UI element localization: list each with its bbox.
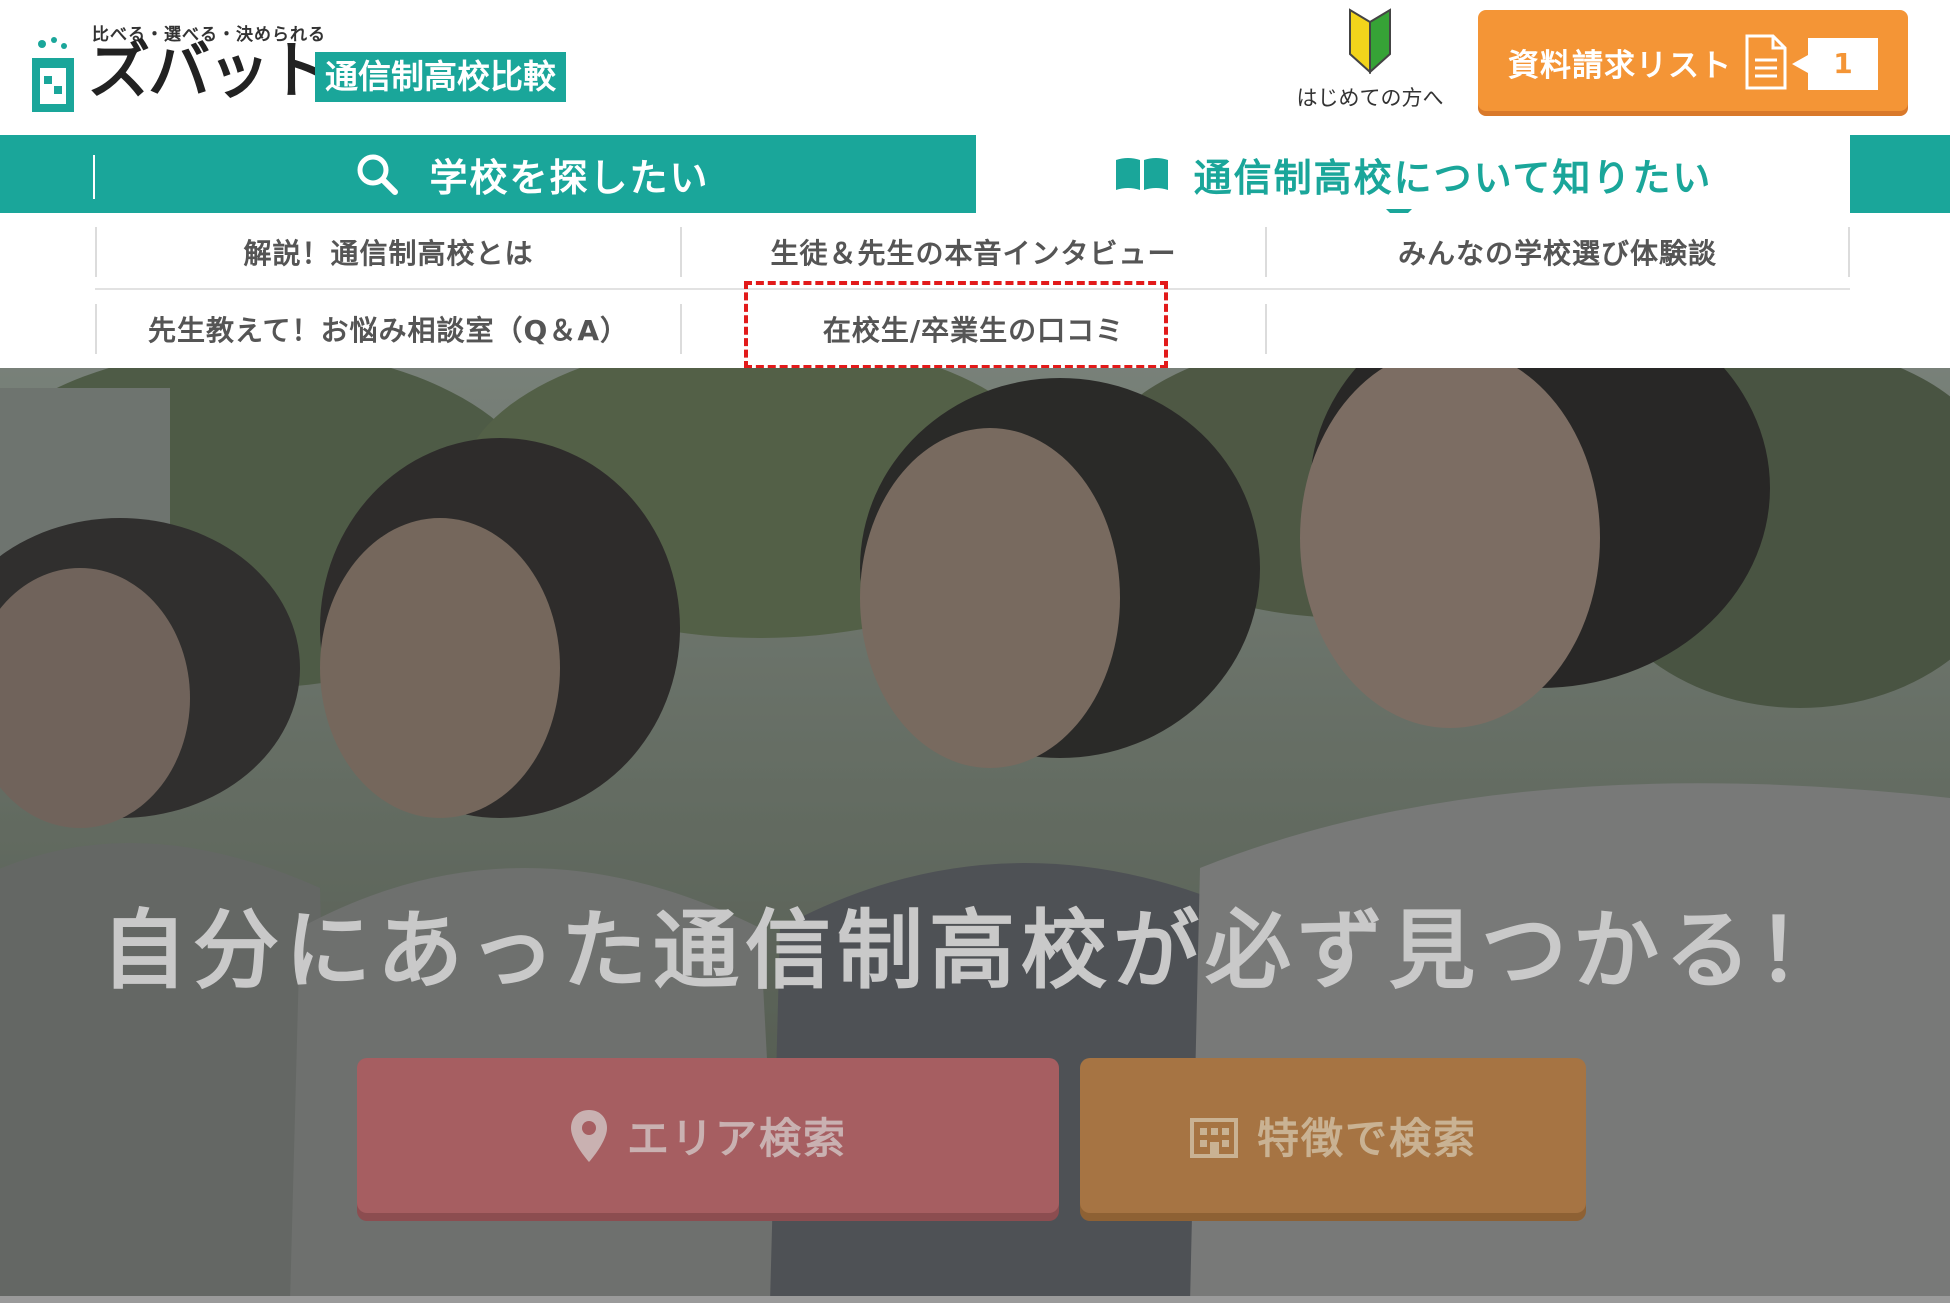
sub-nav-item-interview[interactable]: 生徒＆先生の本音インタビュー xyxy=(680,227,1265,277)
area-search-label: エリア検索 xyxy=(626,1114,847,1163)
building-icon xyxy=(1189,1117,1238,1158)
hero-title: 自分にあった通信制高校が必ず見つかる！ xyxy=(101,901,1849,1001)
request-list-button[interactable]: 資料請求リスト 1 xyxy=(1478,10,1908,111)
sub-nav-item-qa[interactable]: 先生教えて！お悩み相談室（Q＆A） xyxy=(95,304,680,354)
sub-nav-item-experiences[interactable]: みんなの学校選び体験談 xyxy=(1265,227,1850,277)
highlight-reviews-box xyxy=(744,281,1168,369)
document-icon xyxy=(1745,34,1787,90)
feature-search-button[interactable]: 特徴で検索 xyxy=(1080,1058,1586,1213)
tab-search-label: 学校を探したい xyxy=(429,155,710,200)
request-list-label: 資料請求リスト xyxy=(1508,48,1732,84)
beginner-label: はじめての方へ xyxy=(1296,86,1444,110)
sub-nav-row: 解説！通信制高校とは 生徒＆先生の本音インタビュー みんなの学校選び体験談 xyxy=(95,213,1850,290)
hero-section: 自分にあった通信制高校が必ず見つかる！ エリア検索 特徴で検索 xyxy=(0,368,1950,1303)
logo-mark-icon xyxy=(32,37,74,112)
site-logo[interactable]: 比べる・選べる・決められる ズバット 通信制高校比較 xyxy=(30,18,590,112)
beginner-mark-icon xyxy=(1349,8,1391,74)
tab-search-school[interactable]: 学校を探したい xyxy=(95,135,970,213)
sub-nav-item-empty xyxy=(1265,304,1850,354)
tab-learn-label: 通信制高校について知りたい xyxy=(1193,155,1713,200)
logo-subtitle: 通信制高校比較 xyxy=(315,52,566,102)
book-icon xyxy=(1115,158,1168,190)
sub-nav-item-about[interactable]: 解説！通信制高校とは xyxy=(95,227,680,277)
request-count-badge: 1 xyxy=(1792,38,1878,90)
beginner-guide-link[interactable]: はじめての方へ xyxy=(1270,8,1470,113)
main-nav: 学校を探したい 通信制高校について知りたい xyxy=(0,135,1950,213)
site-header: 比べる・選べる・決められる ズバット 通信制高校比較 はじめての方へ 資料請求リ… xyxy=(0,0,1950,135)
feature-search-label: 特徴で検索 xyxy=(1256,1114,1477,1163)
area-search-button[interactable]: エリア検索 xyxy=(357,1058,1059,1213)
search-icon xyxy=(357,154,399,195)
map-pin-icon xyxy=(570,1109,607,1162)
page: 比べる・選べる・決められる ズバット 通信制高校比較 はじめての方へ 資料請求リ… xyxy=(0,0,1950,1303)
logo-name: ズバット xyxy=(88,34,330,107)
tab-learn-about[interactable]: 通信制高校について知りたい xyxy=(972,135,1850,213)
bottom-strip xyxy=(0,1296,1950,1303)
